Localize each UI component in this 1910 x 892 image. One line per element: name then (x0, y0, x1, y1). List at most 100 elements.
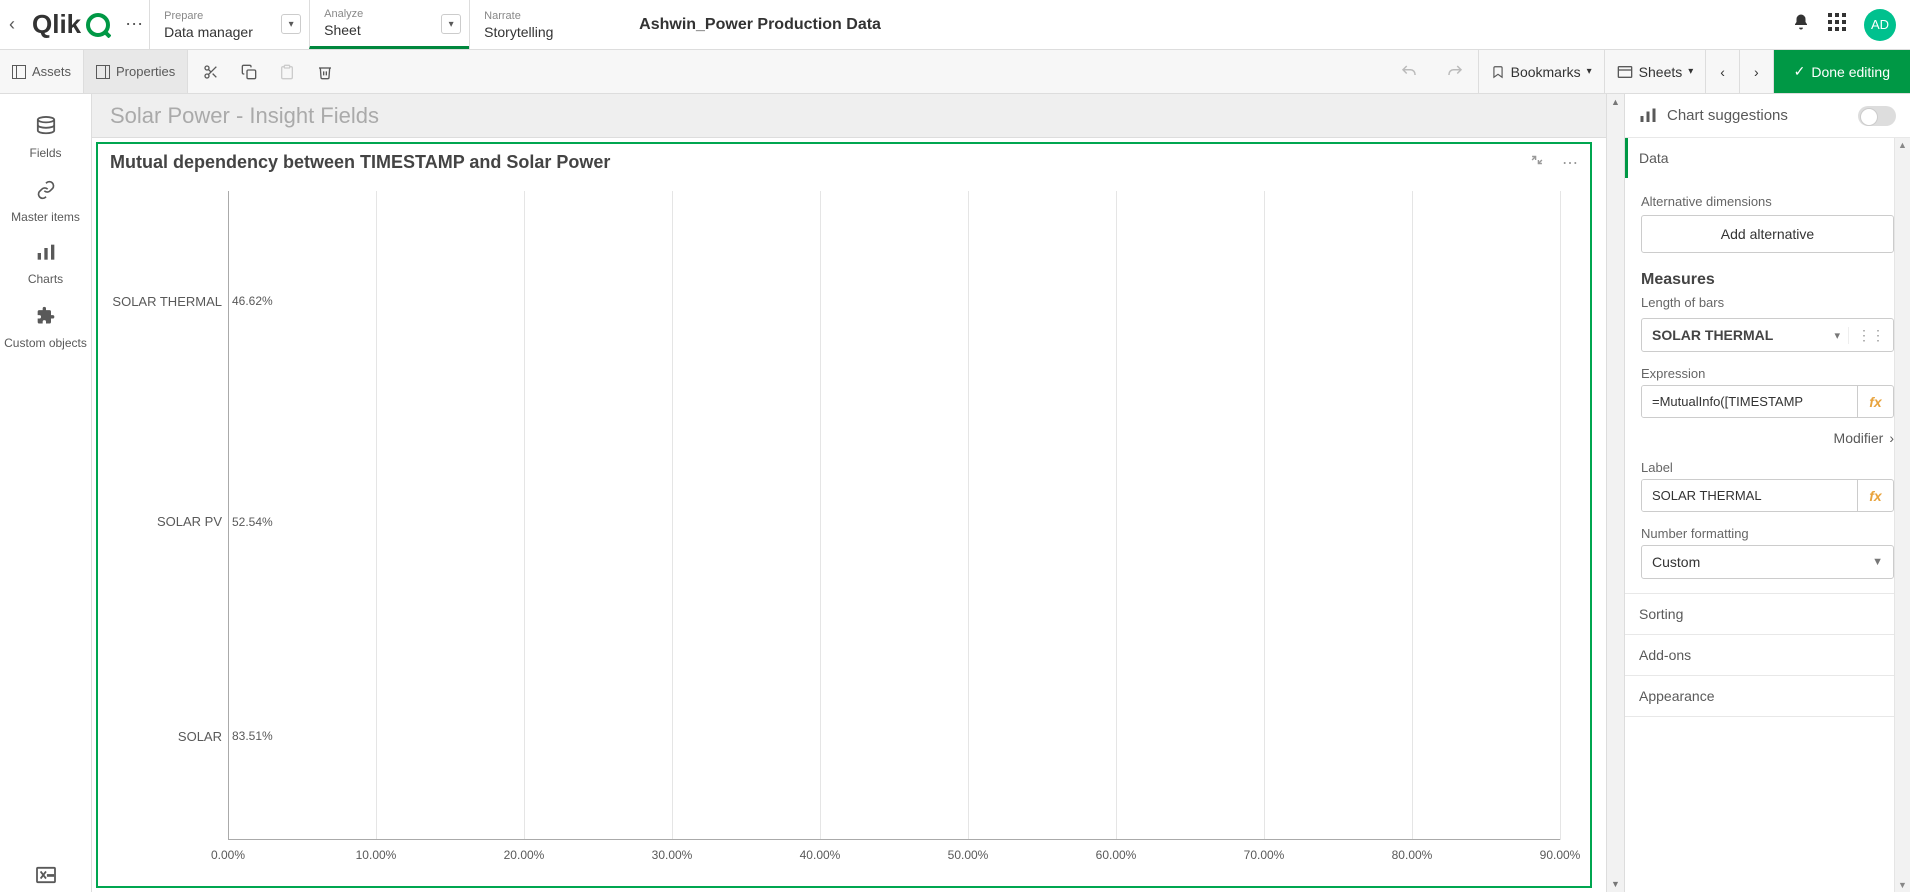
copy-icon (241, 64, 257, 80)
fullscreen-collapse-icon[interactable] (1530, 153, 1544, 173)
nav-narrate[interactable]: Narrate Storytelling (469, 0, 609, 49)
x-tick-label: 90.00% (1540, 848, 1581, 862)
section-data[interactable]: Data (1625, 138, 1910, 178)
object-more-menu[interactable]: ⋯ (1562, 153, 1578, 173)
chart-suggestions-row: Chart suggestions (1625, 94, 1910, 138)
category-label: SOLAR THERMAL (112, 294, 222, 309)
measure-item[interactable]: SOLAR THERMAL ▾ ⋮⋮ (1641, 318, 1894, 352)
fx-editor-button[interactable]: fx (1857, 386, 1893, 417)
fx-editor-button[interactable]: fx (1857, 480, 1893, 511)
properties-panel: Chart suggestions Data Alternative dimen… (1624, 94, 1910, 892)
chart-suggestions-toggle[interactable] (1858, 106, 1896, 126)
chart-container: Mutual dependency between TIMESTAMP and … (92, 138, 1606, 892)
section-addons[interactable]: Add-ons (1625, 635, 1910, 675)
add-alternative-button[interactable]: Add alternative (1641, 215, 1894, 253)
trash-icon (317, 64, 333, 80)
data-section-body: Alternative dimensions Add alternative M… (1625, 178, 1910, 593)
panel-left-icon (12, 65, 26, 79)
modifier-button[interactable]: Modifier › (1641, 430, 1894, 446)
section-sorting[interactable]: Sorting (1625, 594, 1910, 634)
back-button[interactable]: ‹ (0, 0, 24, 49)
rail-variables[interactable] (0, 866, 91, 884)
qlik-q-icon (85, 12, 111, 38)
logo-text: Qlik (32, 9, 81, 40)
redo-button[interactable] (1432, 50, 1478, 93)
gridline (672, 191, 673, 840)
expression-label: Expression (1641, 366, 1894, 381)
rail-charts[interactable]: Charts (0, 234, 91, 296)
drag-handle-icon[interactable]: ⋮⋮ (1848, 327, 1893, 344)
label-field-label: Label (1641, 460, 1894, 475)
properties-panel-toggle[interactable]: Properties (84, 50, 188, 93)
measures-title: Measures (1641, 271, 1894, 289)
variable-icon (35, 866, 57, 884)
assets-panel-toggle[interactable]: Assets (0, 50, 84, 93)
gridline (968, 191, 969, 840)
sheets-button[interactable]: Sheets ▾ (1604, 50, 1706, 93)
bell-icon[interactable] (1792, 13, 1810, 36)
qlik-logo[interactable]: Qlik (24, 0, 119, 49)
chevron-down-icon[interactable]: ▾ (1826, 329, 1848, 342)
scroll-up-icon[interactable]: ▲ (1607, 94, 1624, 110)
sheet-canvas: Solar Power - Insight Fields Mutual depe… (92, 94, 1606, 892)
rail-custom-objects[interactable]: Custom objects (0, 296, 91, 360)
edit-toolbar: Assets Properties Bookmarks ▾ (0, 50, 1910, 94)
chart-header: Mutual dependency between TIMESTAMP and … (98, 144, 1590, 181)
rail-fields[interactable]: Fields (0, 106, 91, 170)
bar-value-label: 52.54% (232, 515, 273, 529)
bar-chart-object[interactable]: Mutual dependency between TIMESTAMP and … (96, 142, 1592, 888)
bookmark-icon (1491, 64, 1505, 80)
category-label: SOLAR PV (157, 514, 222, 529)
bar-row: SOLAR PV52.54% (228, 431, 273, 613)
label-input[interactable] (1642, 480, 1857, 511)
copy-button[interactable] (232, 55, 266, 89)
bar-row: SOLAR THERMAL46.62% (228, 210, 273, 392)
chevron-down-icon: ▼ (1872, 556, 1883, 568)
bar-value-label: 83.51% (232, 729, 273, 743)
bar-value-label: 46.62% (232, 294, 273, 308)
apps-grid-icon[interactable] (1828, 13, 1846, 36)
section-appearance[interactable]: Appearance (1625, 676, 1910, 716)
properties-scrollbar[interactable] (1894, 138, 1910, 892)
category-label: SOLAR (178, 729, 222, 744)
nav-prepare[interactable]: Prepare Data manager ▾ (149, 0, 309, 49)
chevron-down-icon[interactable]: ▾ (441, 14, 461, 34)
number-formatting-select[interactable]: Custom ▼ (1641, 545, 1894, 579)
properties-accordion: Data Alternative dimensions Add alternat… (1625, 138, 1910, 892)
chevron-down-icon[interactable]: ▾ (281, 14, 301, 34)
scroll-down-icon[interactable]: ▼ (1607, 876, 1624, 892)
sheet-title[interactable]: Solar Power - Insight Fields (92, 94, 1606, 138)
next-sheet-button[interactable]: › (1739, 50, 1773, 93)
avatar[interactable]: AD (1864, 9, 1896, 41)
edit-actions (188, 50, 348, 93)
prev-sheet-button[interactable]: ‹ (1705, 50, 1739, 93)
undo-button[interactable] (1386, 50, 1432, 93)
x-tick-label: 30.00% (652, 848, 693, 862)
check-icon: ✓ (1794, 63, 1806, 80)
number-formatting-label: Number formatting (1641, 526, 1894, 541)
label-row: fx (1641, 479, 1894, 512)
gridline (1412, 191, 1413, 840)
cut-button[interactable] (194, 55, 228, 89)
rail-master-items[interactable]: Master items (0, 170, 91, 234)
bookmarks-button[interactable]: Bookmarks ▾ (1478, 50, 1604, 93)
chart-title: Mutual dependency between TIMESTAMP and … (110, 152, 1530, 173)
main-area: Fields Master items Charts Custom object… (0, 94, 1910, 892)
bar-chart-icon (1639, 108, 1657, 124)
gridline (1116, 191, 1117, 840)
expression-input[interactable] (1642, 386, 1857, 417)
chevron-down-icon: ▾ (1688, 66, 1693, 77)
x-tick-label: 40.00% (800, 848, 841, 862)
delete-button[interactable] (308, 55, 342, 89)
measure-name: SOLAR THERMAL (1642, 319, 1826, 351)
canvas-scrollbar[interactable]: ▲ ▼ (1606, 94, 1624, 892)
chart-icon (36, 244, 56, 268)
done-editing-button[interactable]: ✓ Done editing (1773, 50, 1910, 93)
expression-row: fx (1641, 385, 1894, 418)
nav-analyze[interactable]: Analyze Sheet ▾ (309, 0, 469, 49)
chevron-down-icon: ▾ (1587, 66, 1592, 77)
x-tick-label: 0.00% (211, 848, 245, 862)
gridline (1560, 191, 1561, 840)
link-icon (36, 180, 56, 206)
global-more-menu[interactable]: ⋯ (119, 0, 149, 49)
